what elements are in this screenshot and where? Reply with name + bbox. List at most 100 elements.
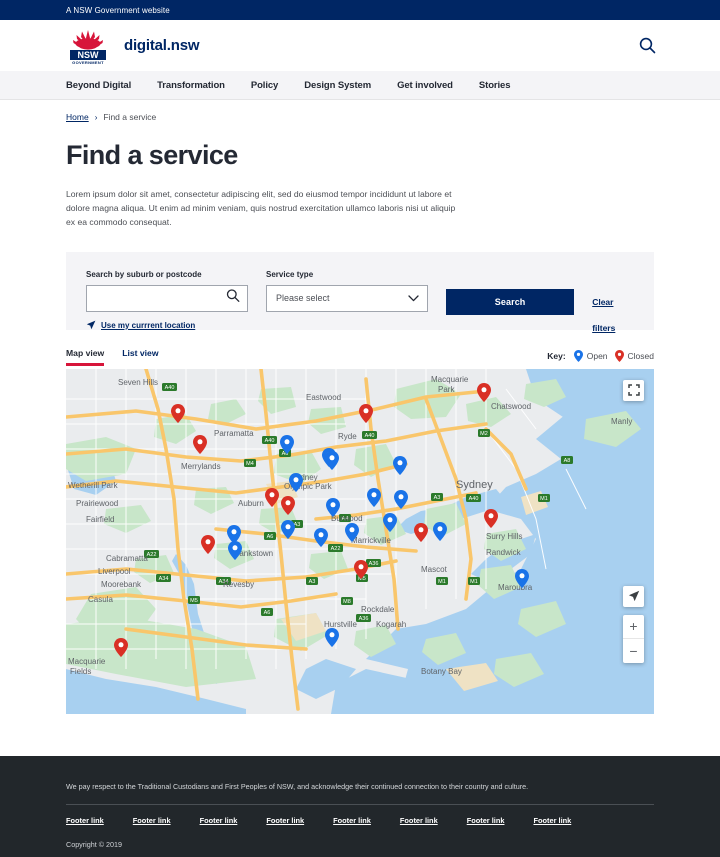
- svg-text:A40: A40: [365, 433, 375, 439]
- legend-item-closed: Closed: [615, 350, 654, 362]
- site-logo[interactable]: NSW GOVERNMENT digital.nsw: [66, 27, 199, 65]
- map-road-shield: A22: [328, 544, 343, 552]
- map-pin-closed[interactable]: [171, 404, 185, 428]
- map-pin-icon: [345, 523, 359, 542]
- footer-link-1[interactable]: Footer link: [66, 816, 104, 825]
- map-fullscreen-button[interactable]: [623, 380, 644, 401]
- map-zoom-in-button[interactable]: +: [623, 615, 644, 640]
- map-place-label: Seven Hills: [118, 378, 158, 387]
- tab-list-view[interactable]: List view: [122, 348, 158, 366]
- gov-strip: A NSW Government website: [0, 0, 720, 20]
- map-place-label: Macquarie: [68, 657, 106, 666]
- map-pin-open[interactable]: [289, 473, 303, 497]
- map-pin-closed[interactable]: [193, 435, 207, 459]
- svg-text:M8: M8: [343, 599, 351, 605]
- nav-item-beyond-digital[interactable]: Beyond Digital: [66, 80, 131, 91]
- map-place-label: Fields: [70, 667, 91, 676]
- nav-item-get-involved[interactable]: Get involved: [397, 80, 453, 91]
- use-my-current-location-link[interactable]: Use my currrent location: [86, 320, 248, 332]
- map-pin-closed[interactable]: [114, 638, 128, 662]
- footer-link-7[interactable]: Footer link: [467, 816, 505, 825]
- svg-text:M4: M4: [246, 461, 254, 467]
- map-pin-icon: [325, 451, 339, 470]
- breadcrumb-home-link[interactable]: Home: [66, 112, 89, 122]
- map-pin-icon: [193, 435, 207, 454]
- map-pin-open[interactable]: [280, 435, 294, 459]
- footer-link-2[interactable]: Footer link: [133, 816, 171, 825]
- map-road-shield: A34: [156, 574, 171, 582]
- map-pin-closed[interactable]: [359, 404, 373, 428]
- service-map[interactable]: A40A40A40M4A6M2A8A3A40M1A3A6A4A22A22A36A…: [66, 369, 654, 714]
- map-pin-open[interactable]: [433, 522, 447, 546]
- footer-link-3[interactable]: Footer link: [200, 816, 238, 825]
- svg-text:A36: A36: [359, 616, 369, 622]
- clear-filters-link[interactable]: Clear filters: [592, 289, 634, 341]
- map-pin-closed[interactable]: [414, 523, 428, 547]
- footer-link-4[interactable]: Footer link: [266, 816, 304, 825]
- search-button[interactable]: Search: [446, 289, 574, 315]
- map-road-shield: A40: [362, 431, 377, 439]
- map-pin-icon: [383, 513, 397, 532]
- map-pin-closed[interactable]: [477, 383, 491, 407]
- legend-item-open: Open: [574, 350, 608, 362]
- map-zoom-controls[interactable]: + −: [623, 615, 644, 663]
- map-pin-icon: [367, 488, 381, 507]
- map-pin-open[interactable]: [515, 569, 529, 593]
- header-search-button[interactable]: [634, 33, 660, 59]
- nsw-waratah-logo-icon: NSW GOVERNMENT: [66, 27, 110, 65]
- map-pin-open[interactable]: [281, 520, 295, 544]
- map-place-label: Macquarie: [431, 375, 469, 384]
- map-pin-open[interactable]: [325, 451, 339, 475]
- map-place-label: Merrylands: [181, 462, 221, 471]
- map-pin-closed[interactable]: [265, 488, 279, 512]
- map-pin-icon: [325, 628, 339, 647]
- map-pin-icon: [574, 350, 583, 362]
- map-road-shield: M1: [538, 494, 550, 502]
- svg-text:A3: A3: [309, 579, 316, 585]
- map-place-label: Moorebank: [101, 580, 142, 589]
- map-pin-icon: [281, 520, 295, 539]
- footer-link-8[interactable]: Footer link: [533, 816, 571, 825]
- map-pin-closed[interactable]: [281, 496, 295, 520]
- map-pin-icon: [314, 528, 328, 547]
- nav-item-stories[interactable]: Stories: [479, 80, 511, 91]
- map-locate-me-button[interactable]: [623, 586, 644, 607]
- map-pin-open[interactable]: [367, 488, 381, 512]
- map-place-label: Rockdale: [361, 605, 395, 614]
- map-place-label: Auburn: [238, 499, 264, 508]
- map-pin-closed[interactable]: [484, 509, 498, 533]
- main-navigation: Beyond Digital Transformation Policy Des…: [0, 71, 720, 100]
- map-pin-open[interactable]: [345, 523, 359, 547]
- nav-item-policy[interactable]: Policy: [251, 80, 278, 91]
- map-road-shield: A3: [306, 577, 318, 585]
- svg-text:A34: A34: [159, 576, 169, 582]
- map-pin-open[interactable]: [394, 490, 408, 514]
- map-pin-open[interactable]: [228, 541, 242, 565]
- map-pin-open[interactable]: [393, 456, 407, 480]
- footer-link-6[interactable]: Footer link: [400, 816, 438, 825]
- map-pin-icon: [394, 490, 408, 509]
- map-pin-open[interactable]: [314, 528, 328, 552]
- map-zoom-out-button[interactable]: −: [623, 639, 644, 663]
- map-place-label: Parramatta: [214, 429, 254, 438]
- map-pin-closed[interactable]: [201, 535, 215, 559]
- footer-divider: [66, 804, 654, 805]
- breadcrumb-separator-icon: ›: [95, 113, 98, 122]
- svg-text:A40: A40: [165, 385, 175, 391]
- svg-text:M1: M1: [470, 579, 478, 585]
- svg-text:GOVERNMENT: GOVERNMENT: [72, 60, 104, 65]
- map-pin-closed[interactable]: [354, 560, 368, 584]
- nav-item-design-system[interactable]: Design System: [304, 80, 371, 91]
- map-pin-open[interactable]: [325, 628, 339, 652]
- search-suburb-input[interactable]: [86, 285, 248, 312]
- map-pin-icon: [393, 456, 407, 475]
- tab-map-view[interactable]: Map view: [66, 348, 104, 366]
- map-place-label: Mascot: [421, 565, 448, 574]
- nav-item-transformation[interactable]: Transformation: [157, 80, 225, 91]
- map-pin-open[interactable]: [383, 513, 397, 537]
- service-type-select[interactable]: Please select: [266, 285, 428, 312]
- map-place-label: Eastwood: [306, 393, 341, 402]
- footer-link-5[interactable]: Footer link: [333, 816, 371, 825]
- map-pin-open[interactable]: [326, 498, 340, 522]
- map-road-shield: A3: [431, 493, 443, 501]
